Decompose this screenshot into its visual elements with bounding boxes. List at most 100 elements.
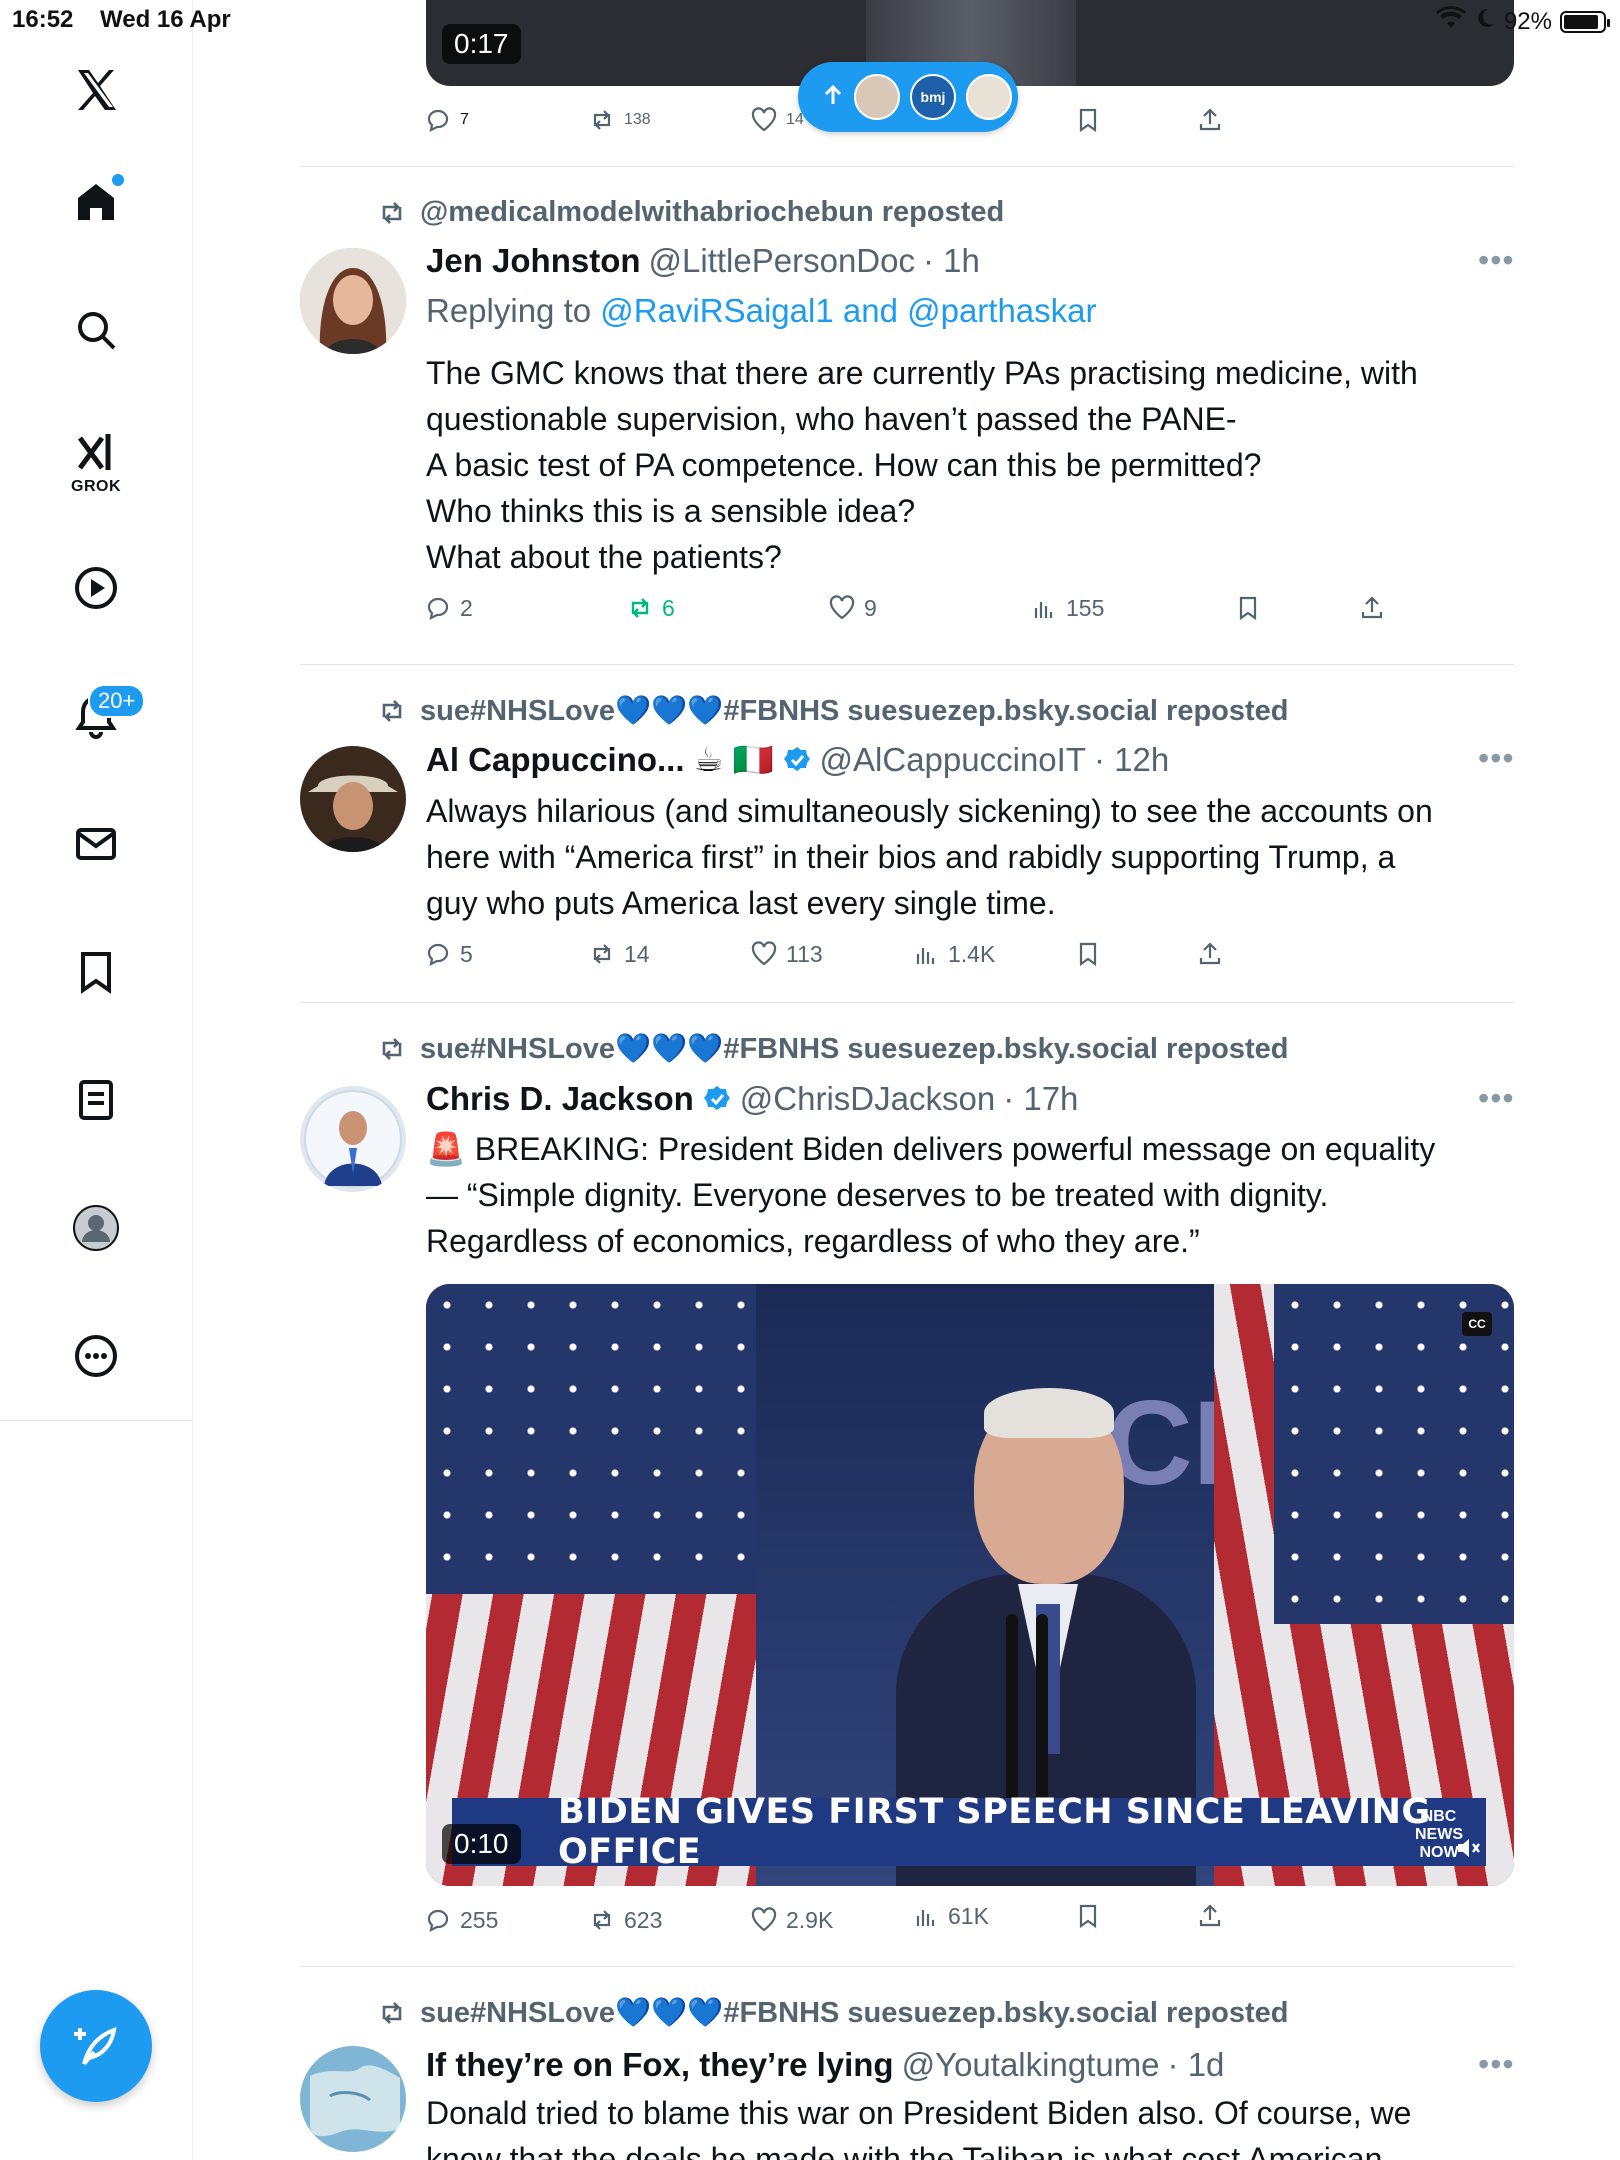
compose-post-button[interactable]	[40, 1990, 152, 2102]
post-time[interactable]: · 1h	[923, 242, 980, 280]
bookmark-button[interactable]	[1074, 106, 1102, 134]
share-button[interactable]	[1196, 940, 1224, 968]
reply-icon	[427, 597, 449, 620]
user-handle[interactable]: @LittlePersonDoc	[649, 242, 915, 280]
repost-attribution[interactable]: sue#NHSLove💙💙💙#FBNHS suesuezep.bsky.soci…	[376, 694, 1289, 728]
bookmark-icon[interactable]	[56, 932, 136, 1012]
repost-attribution[interactable]: sue#NHSLove💙💙💙#FBNHS suesuezep.bsky.soci…	[376, 1996, 1289, 2030]
status-time: 16:52	[12, 6, 74, 33]
tweet-text: Donald tried to blame this war on Presid…	[426, 2090, 1516, 2160]
heart-icon	[751, 107, 777, 132]
mute-icon[interactable]	[1454, 1834, 1482, 1867]
battery-icon	[1560, 10, 1610, 33]
replying-to-link[interactable]: @RaviRSaigal1 and @parthaskar	[600, 292, 1096, 329]
repost-count: 6	[662, 594, 675, 621]
reply-button[interactable]: 5	[424, 940, 473, 968]
bookmark-button[interactable]	[1074, 940, 1102, 968]
more-options-icon[interactable]: •••	[1478, 2046, 1515, 2083]
repost-icon	[593, 1910, 611, 1930]
tweet-text-line: — “Simple dignity. Everyone deserves to …	[426, 1177, 1329, 1213]
reply-button[interactable]: 7	[424, 106, 469, 134]
more-options-icon[interactable]: •••	[1478, 1080, 1515, 1117]
repost-icon	[593, 944, 611, 964]
home-icon[interactable]	[56, 162, 136, 242]
tweet-header: Al Cappuccino... ☕ 🇮🇹 @AlCappuccinoIT · …	[426, 740, 1169, 780]
user-handle[interactable]: @ChrisDJackson	[740, 1080, 995, 1118]
lists-icon[interactable]	[56, 1060, 136, 1140]
post-time[interactable]: · 17h	[1003, 1080, 1078, 1118]
profile-avatar-icon[interactable]	[56, 1188, 136, 1268]
views-button[interactable]: 1.4K	[912, 940, 995, 968]
user-handle[interactable]: @AlCappuccinoIT	[820, 741, 1086, 779]
new-posts-pill[interactable]: bmj	[798, 62, 1018, 132]
tweet-video[interactable]: CP CP CC BIDEN GIVES FIRST SPEECH SINCE …	[426, 1284, 1514, 1886]
tweet-text-line: 🚨 BREAKING: President Biden delivers pow…	[426, 1131, 1436, 1167]
share-button[interactable]	[1196, 1902, 1224, 1930]
reply-button[interactable]: 255	[424, 1906, 498, 1934]
bookmark-button[interactable]	[1234, 594, 1262, 622]
repost-button[interactable]: 14	[588, 940, 650, 968]
closed-captions-button[interactable]: CC	[1462, 1312, 1492, 1336]
repost-button[interactable]: 138	[588, 106, 651, 134]
notifications-badge: 20+	[88, 684, 146, 718]
display-name[interactable]: If they’re on Fox, they’re lying	[426, 2046, 894, 2084]
battery-percent: 92%	[1503, 7, 1552, 35]
repost-attribution[interactable]: @medicalmodelwithabriochebun reposted	[376, 196, 1004, 229]
like-button[interactable]: 113	[750, 940, 823, 968]
tweet-text: The GMC knows that there are currently P…	[426, 350, 1516, 580]
share-icon	[1199, 942, 1221, 965]
heart-icon	[751, 1907, 777, 1932]
avatar[interactable]	[300, 2046, 406, 2152]
microphone	[1036, 1614, 1048, 1804]
user-handle[interactable]: @Youtalkingtume	[902, 2046, 1160, 2084]
more-options-icon[interactable]	[56, 1316, 136, 1396]
like-button[interactable]: 14	[750, 106, 804, 134]
tweet-text: 🚨 BREAKING: President Biden delivers pow…	[426, 1126, 1516, 1264]
video-play-icon[interactable]	[56, 548, 136, 628]
more-options-icon[interactable]: •••	[1478, 242, 1515, 279]
bookmark-button[interactable]	[1074, 1902, 1102, 1930]
view-count: 155	[1066, 594, 1105, 621]
like-button[interactable]: 2.9K	[750, 1906, 833, 1934]
reply-icon	[427, 1909, 449, 1932]
views-button[interactable]: 155	[1030, 594, 1104, 622]
post-time[interactable]: · 12h	[1094, 741, 1169, 779]
status-right: 92%	[1435, 6, 1610, 37]
avatar[interactable]	[300, 1086, 406, 1192]
avatar[interactable]	[300, 746, 406, 852]
like-button[interactable]: 9	[828, 594, 877, 622]
share-button[interactable]	[1196, 106, 1224, 134]
display-name[interactable]: Chris D. Jackson	[426, 1080, 694, 1118]
tweet-text-line: questionable supervision, who haven’t pa…	[426, 401, 1237, 437]
wifi-icon	[1435, 6, 1466, 37]
feather-plus-icon	[74, 2026, 117, 2066]
bookmark-icon	[1079, 108, 1097, 133]
display-name[interactable]: Jen Johnston	[426, 242, 641, 280]
repost-attribution[interactable]: sue#NHSLove💙💙💙#FBNHS suesuezep.bsky.soci…	[376, 1032, 1289, 1066]
views-button[interactable]: 61K	[912, 1902, 989, 1930]
replying-to-prefix: Replying to	[426, 292, 601, 329]
tweet-text-line: guy who puts America last every single t…	[426, 885, 1056, 921]
tweet-header: Jen Johnston @LittlePersonDoc · 1h	[426, 242, 980, 280]
tweet-separator	[300, 1002, 1514, 1003]
x-logo-icon[interactable]	[56, 50, 136, 130]
repost-count: 138	[624, 111, 651, 128]
moon-icon	[1474, 7, 1496, 36]
repost-count: 623	[624, 1906, 663, 1933]
grok-label: GROK	[71, 478, 121, 495]
tweet-header: Chris D. Jackson @ChrisDJackson · 17h	[426, 1080, 1078, 1118]
repost-button[interactable]: 6	[626, 594, 675, 622]
view-count: 1.4K	[948, 940, 996, 967]
heart-icon	[751, 941, 777, 966]
status-date: Wed 16 Apr	[100, 6, 231, 33]
avatar[interactable]	[300, 248, 406, 354]
heart-icon	[829, 595, 855, 620]
share-button[interactable]	[1358, 594, 1386, 622]
repost-button[interactable]: 623	[588, 1906, 662, 1934]
post-time[interactable]: · 1d	[1168, 2046, 1225, 2084]
reply-button[interactable]: 2	[424, 594, 473, 622]
mail-icon[interactable]	[56, 804, 136, 884]
display-name[interactable]: Al Cappuccino... ☕ 🇮🇹	[426, 740, 774, 780]
more-options-icon[interactable]: •••	[1478, 740, 1515, 777]
search-icon[interactable]	[56, 290, 136, 370]
